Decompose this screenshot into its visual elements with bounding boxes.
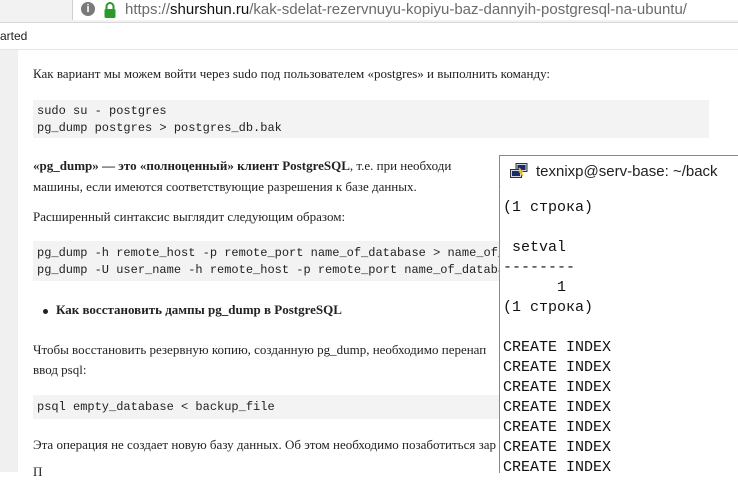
terminal-line: (1 строка): [503, 199, 594, 216]
pgdump-rest-text: , т.е. при необходи: [349, 158, 452, 173]
terminal-title: texnixp@serv-base: ~/back: [536, 163, 718, 180]
terminal-line: setval: [503, 239, 567, 256]
paragraph-partial: П: [33, 464, 43, 479]
bookmark-getting-started[interactable]: arted: [0, 29, 27, 43]
terminal-line: --------: [503, 259, 576, 276]
lock-icon: [104, 2, 116, 18]
terminal-line: CREATE INDEX: [503, 359, 612, 376]
section-heading-restore: Как восстановить дампы pg_dump в Postgre…: [43, 302, 342, 318]
terminal-line: CREATE INDEX: [503, 439, 612, 456]
browser-toolbar: i https://shurshun.ru/kak-sdelat-rezervn…: [0, 0, 738, 23]
code-line: sudo su - postgres: [37, 104, 167, 118]
terminal-line: CREATE INDEX: [503, 399, 612, 416]
terminal-titlebar[interactable]: texnixp@serv-base: ~/back: [500, 156, 738, 187]
paragraph-intro: Как вариант мы можем войти через sudo по…: [33, 66, 551, 81]
terminal-window[interactable]: texnixp@serv-base: ~/back (1 строка) set…: [499, 155, 738, 473]
terminal-line: 1: [503, 279, 567, 296]
paragraph-pgdump: «pg_dump» — это «полноценный» клиент Pos…: [33, 157, 451, 175]
pgdump-bold-text: «pg_dump» — это «полноценный» клиент Pos…: [33, 158, 350, 173]
terminal-line: CREATE INDEX: [503, 379, 612, 396]
bookmarks-bar: arted: [0, 23, 738, 50]
terminal-line: CREATE INDEX: [503, 339, 612, 356]
terminal-line: CREATE INDEX: [503, 419, 612, 436]
paragraph-note: Эта операция не создает новую базу данны…: [33, 437, 497, 452]
terminal-output[interactable]: (1 строка) setval -------- 1 (1 строка) …: [501, 186, 738, 473]
putty-icon: [510, 163, 528, 178]
url-text: https://shurshun.ru/kak-sdelat-rezervnuy…: [125, 1, 687, 18]
terminal-line: (1 строка): [503, 299, 594, 316]
code-block-sudo: sudo su - postgres pg_dump postgres > po…: [33, 100, 709, 138]
terminal-line: CREATE INDEX: [503, 459, 612, 473]
code-line: pg_dump -U user_name -h remote_host -p r…: [37, 263, 513, 277]
info-icon[interactable]: i: [81, 2, 95, 16]
heading-text: Как восстановить дампы pg_dump в Postgre…: [56, 302, 342, 317]
paragraph-syntax: Расширенный синтаксис выглядит следующим…: [33, 209, 346, 224]
code-line: pg_dump postgres > postgres_db.bak: [37, 121, 282, 135]
bullet-dot: [43, 308, 48, 314]
code-line: pg_dump -h remote_host -p remote_port na…: [37, 246, 513, 260]
code-line: psql empty_database < backup_file: [37, 400, 275, 414]
paragraph-restore-line2: ввод psql:: [33, 362, 87, 377]
paragraph-restore: Чтобы восстановить резервную копию, созд…: [33, 342, 487, 357]
paragraph-pgdump-line2: машины, если имеются соответствующие раз…: [33, 179, 417, 194]
address-bar[interactable]: i https://shurshun.ru/kak-sdelat-rezervn…: [72, 0, 738, 20]
